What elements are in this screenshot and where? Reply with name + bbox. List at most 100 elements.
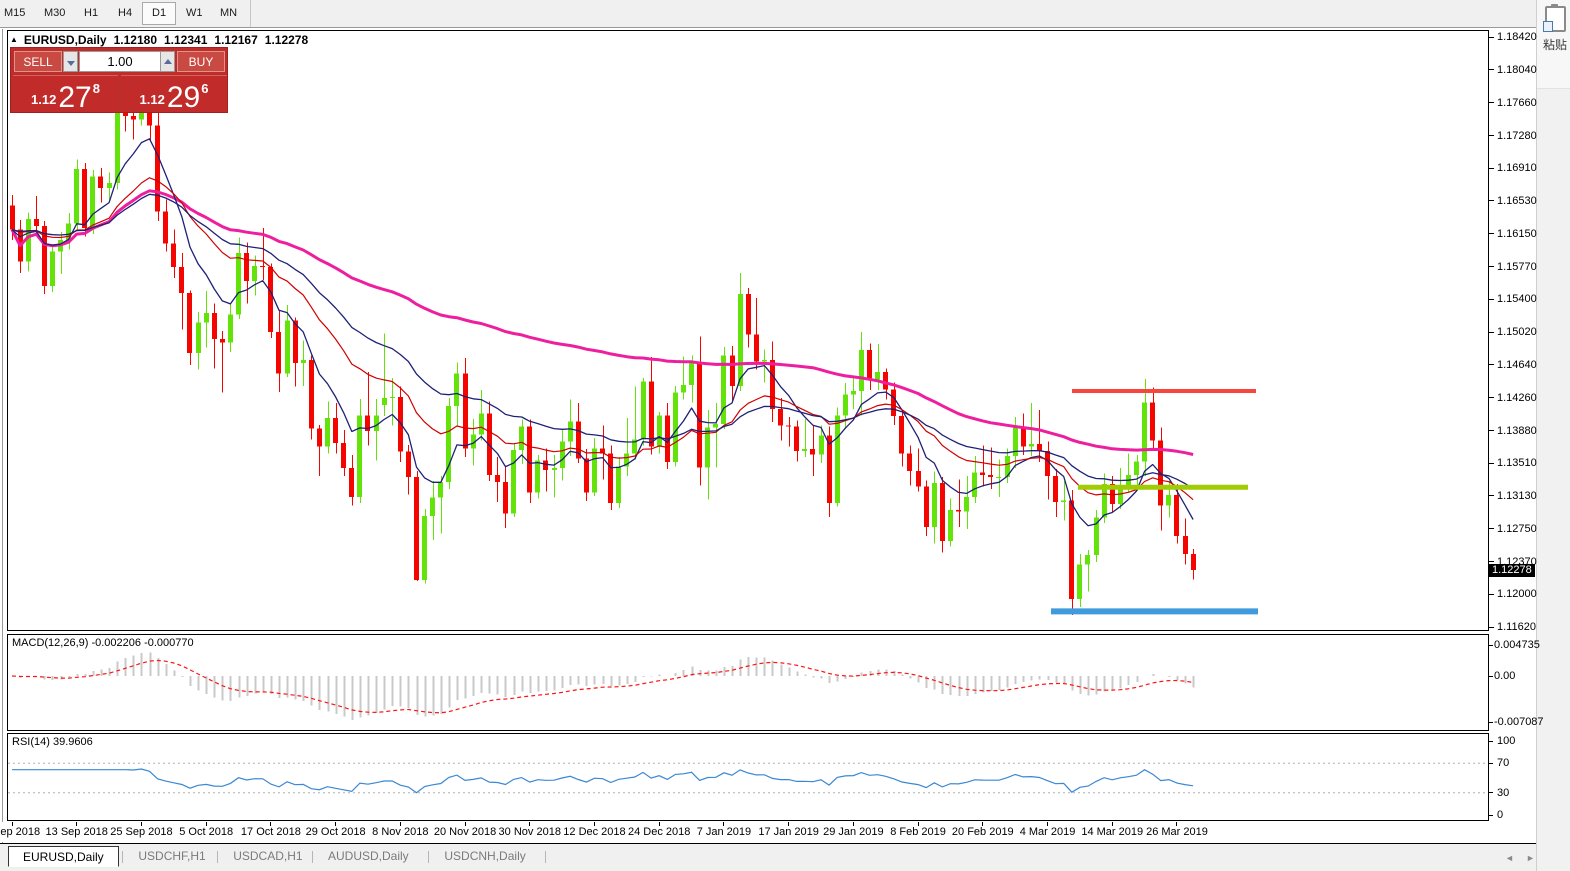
candle [414, 477, 419, 580]
candle [398, 397, 403, 452]
candle [276, 332, 281, 374]
chevron-down-icon [67, 61, 75, 66]
candle [406, 452, 411, 477]
price-axis-label: 1.12370 [1497, 556, 1537, 568]
candle [1174, 495, 1179, 536]
sell-price-big: 27 [58, 84, 91, 112]
candle [616, 466, 621, 502]
price-tick [1488, 266, 1494, 267]
candle [479, 414, 484, 435]
buy-price-display[interactable]: 1.12296 [121, 75, 227, 112]
volume-down-button[interactable] [63, 51, 78, 72]
candle [778, 409, 783, 425]
date-label: 3 Sep 2018 [0, 826, 40, 838]
tab-usdcnh-daily[interactable]: USDCNH,Daily [430, 846, 539, 867]
rsi-line [12, 769, 1193, 793]
macd-axis-label: 0.00 [1494, 670, 1515, 682]
candle [341, 443, 346, 468]
sell-price-sup: 8 [93, 81, 100, 96]
volume-up-button[interactable] [160, 51, 175, 72]
sell-price-display[interactable]: 1.12278 [13, 75, 118, 112]
date-label: 24 Dec 2018 [628, 826, 690, 838]
price-axis-label: 1.18040 [1497, 64, 1537, 76]
candle [835, 415, 840, 503]
candle [1029, 444, 1034, 447]
candle [1061, 500, 1066, 502]
chart-tab-bar: EURUSD,DailyUSDCHF,H1USDCAD,H1AUDUSD,Dai… [0, 844, 1536, 871]
price-axis-label: 1.16530 [1497, 195, 1537, 207]
candle [293, 321, 298, 364]
tab-separator [312, 851, 313, 863]
tab-usdchf-h1[interactable]: USDCHF,H1 [124, 846, 219, 867]
volume-input[interactable]: 1.00 [79, 51, 161, 72]
tab-usdcad-h1[interactable]: USDCAD,H1 [219, 846, 316, 867]
buy-price-sup: 6 [201, 81, 208, 96]
candle [924, 486, 929, 527]
candle [1045, 451, 1050, 476]
candle [859, 350, 864, 391]
macd-tick [1488, 676, 1493, 677]
candle [333, 418, 338, 443]
buy-button[interactable]: BUY [177, 51, 225, 72]
candle [956, 510, 961, 512]
price-tick [1488, 233, 1494, 234]
date-label: 14 Mar 2019 [1081, 826, 1143, 838]
chevron-up-icon [164, 59, 172, 64]
candle [794, 427, 799, 451]
candle [673, 393, 678, 462]
rsi-tick [1488, 741, 1493, 742]
candle [511, 450, 516, 513]
tab-scroll-right-button[interactable]: ► [1526, 853, 1535, 863]
candle [155, 126, 160, 212]
date-axis: 3 Sep 201813 Sep 201825 Sep 20185 Oct 20… [0, 822, 1536, 842]
candle [552, 468, 557, 470]
rsi-tick [1488, 815, 1493, 816]
candle [964, 497, 969, 512]
tab-separator [217, 851, 218, 863]
candle [899, 416, 904, 453]
date-label: 25 Sep 2018 [110, 826, 172, 838]
tab-separator [428, 851, 429, 863]
candle [883, 372, 888, 389]
macd-axis-label: -0.007087 [1494, 716, 1544, 728]
price-tick [1488, 37, 1494, 38]
candle [1183, 536, 1188, 554]
sell-button[interactable]: SELL [14, 51, 62, 72]
candle [463, 374, 468, 449]
price-tick [1488, 332, 1494, 333]
price-tick [1488, 463, 1494, 464]
rsi-axis-label: 100 [1497, 735, 1515, 747]
price-tick [1488, 299, 1494, 300]
candle [827, 435, 832, 503]
quote-low: 1.12167 [214, 33, 257, 47]
candle [851, 391, 856, 394]
one-click-trading-widget: SELL 1.00 BUY 1.12278 1.12296 [10, 47, 228, 113]
date-label: 29 Oct 2018 [306, 826, 366, 838]
tab-scroll-left-button[interactable]: ◄ [1505, 853, 1514, 863]
tab-eurusd-daily[interactable]: EURUSD,Daily [8, 846, 119, 867]
paste-button[interactable]: 粘贴 [1537, 0, 1570, 89]
symbol-title: EURUSD,Daily [24, 33, 107, 47]
candle [1077, 565, 1082, 600]
candle [916, 471, 921, 487]
rsi-label: RSI(14) 39.9606 [12, 736, 93, 748]
candle [1134, 461, 1139, 475]
price-axis-label: 1.11620 [1497, 621, 1536, 633]
price-tick [1488, 168, 1494, 169]
collapse-arrow-icon[interactable]: ▲ [10, 35, 18, 44]
candle [1085, 555, 1090, 565]
candle [907, 453, 912, 470]
price-axis-label: 1.13880 [1497, 425, 1537, 437]
buy-price-prefix: 1.12 [140, 92, 165, 107]
price-axis-label: 1.14260 [1497, 392, 1537, 404]
price-axis-label: 1.15770 [1497, 261, 1537, 273]
price-tick [1488, 135, 1494, 136]
tab-audusd-daily[interactable]: AUDUSD,Daily [314, 846, 423, 867]
candle [204, 313, 209, 323]
candle [891, 389, 896, 416]
sell-price-prefix: 1.12 [31, 92, 56, 107]
candle [34, 219, 39, 226]
candle [762, 360, 767, 362]
macd-histogram [13, 653, 1194, 720]
candle [713, 424, 718, 427]
